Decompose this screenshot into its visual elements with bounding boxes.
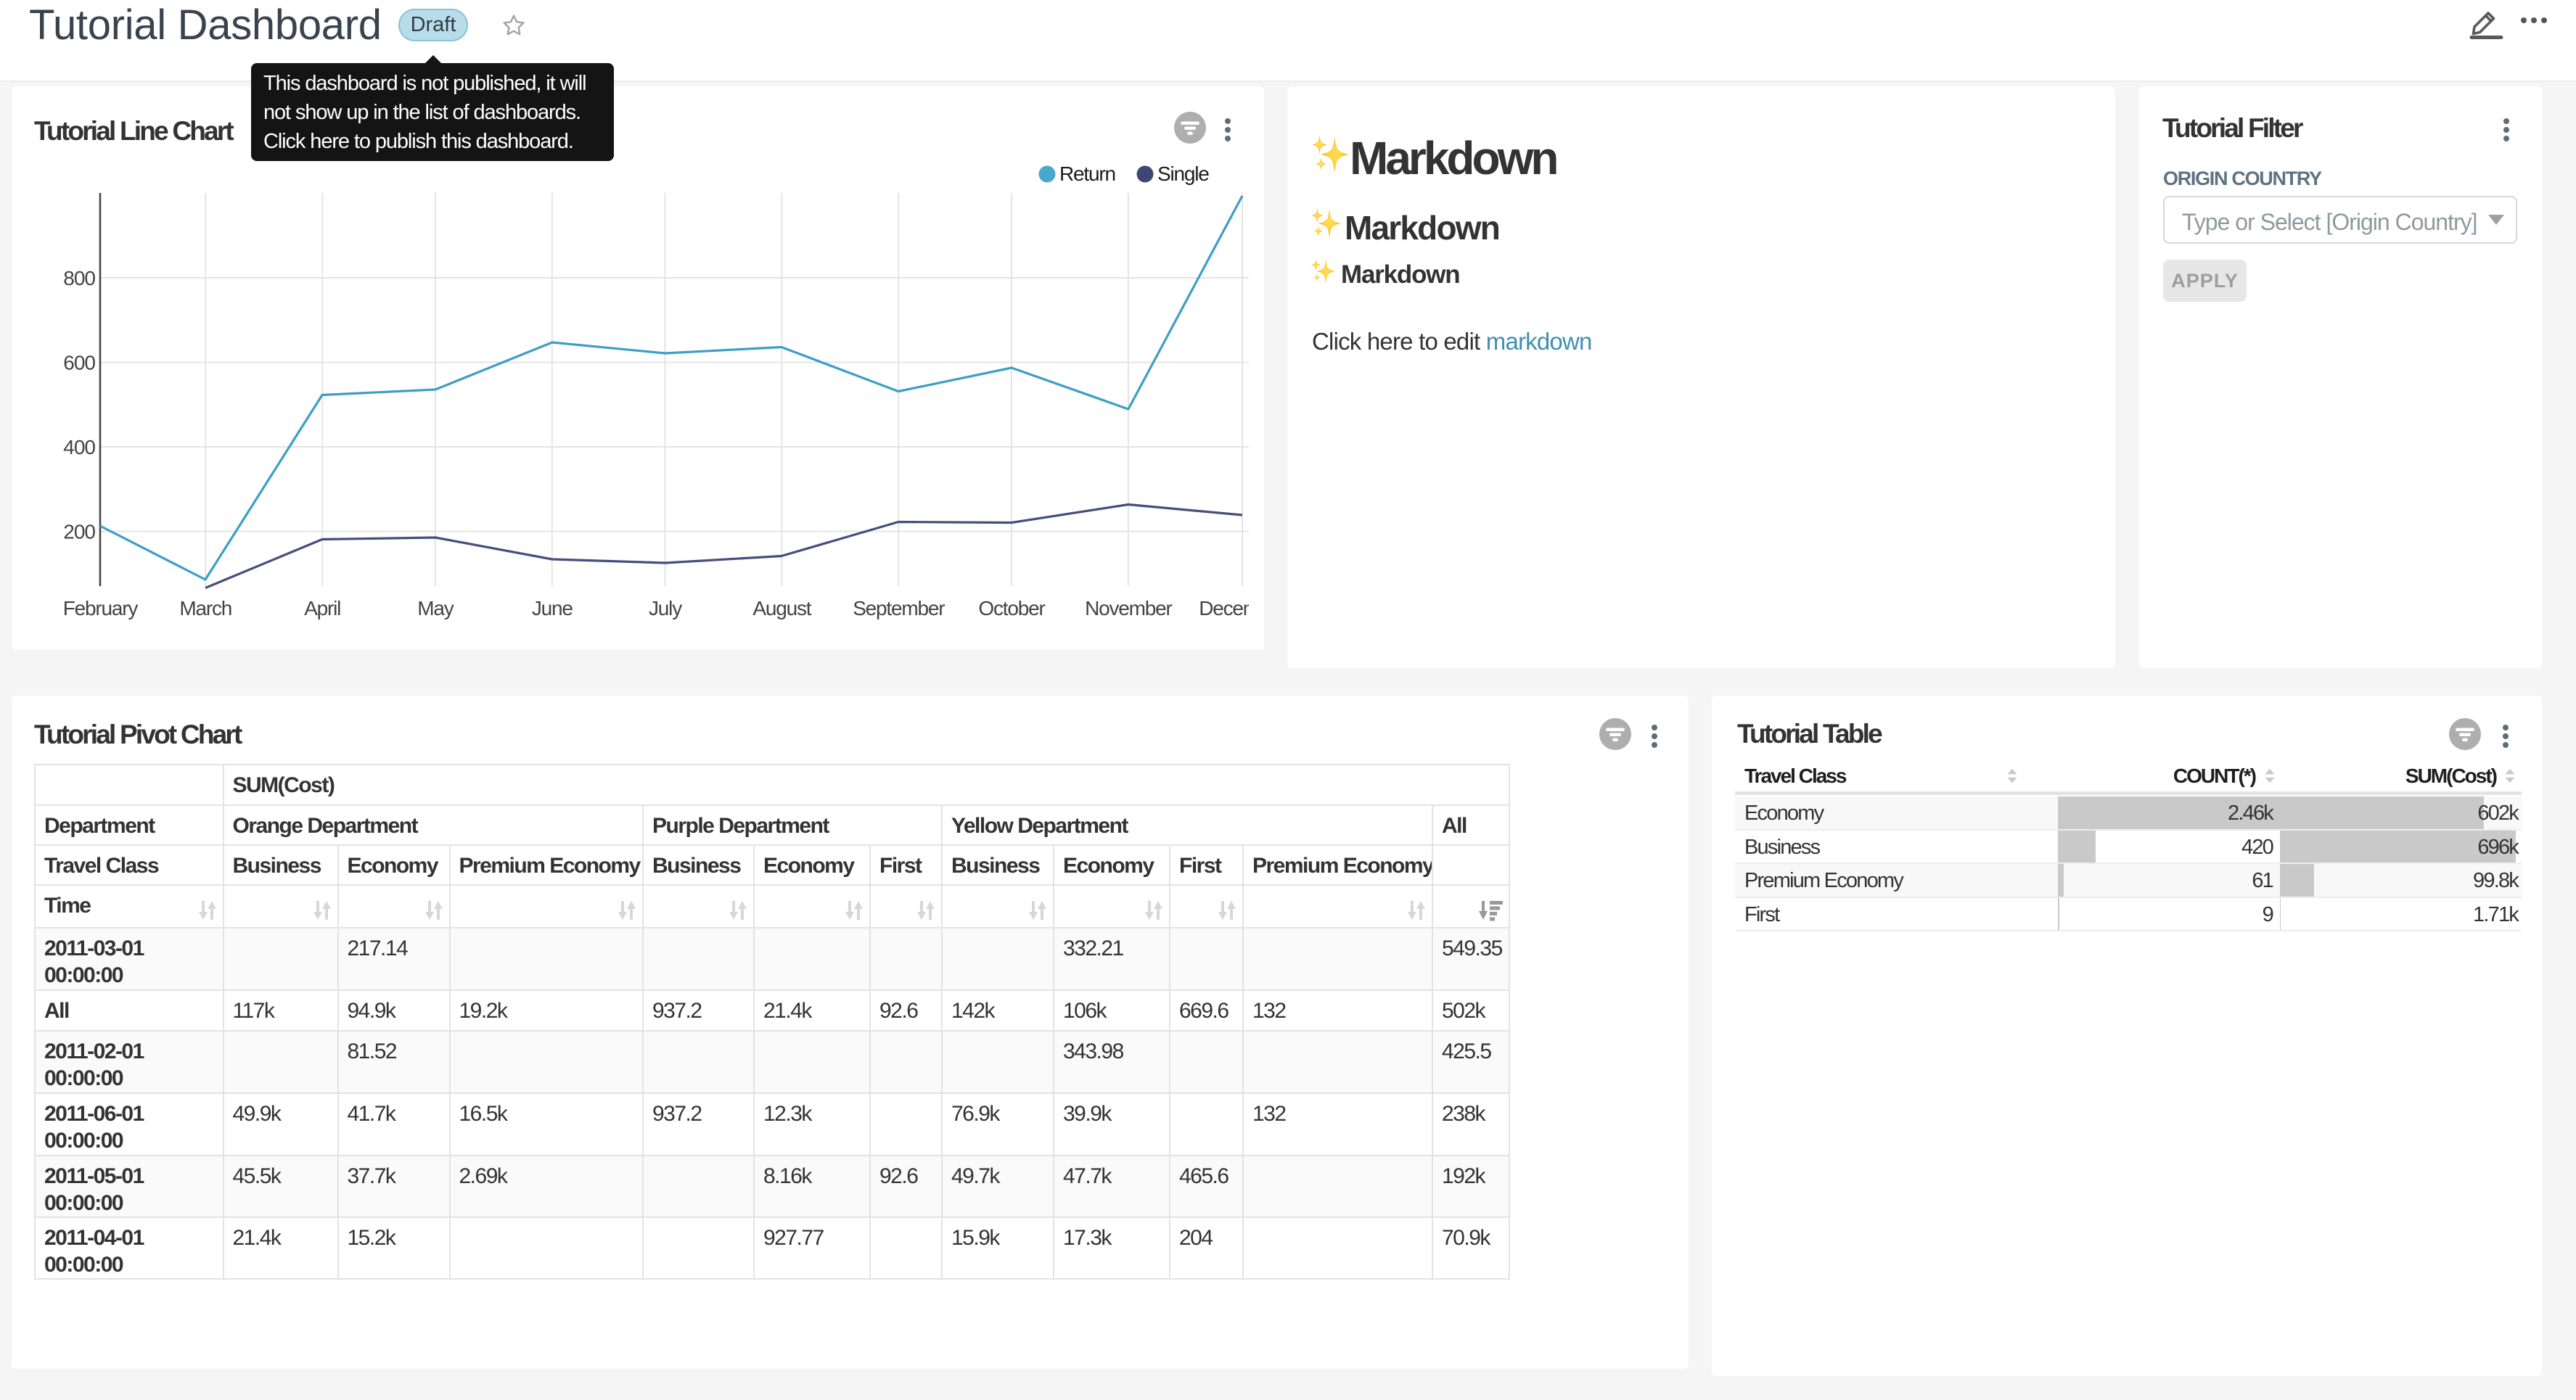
svg-text:October: October	[978, 597, 1045, 619]
svg-text:June: June	[532, 597, 573, 619]
svg-text:August: August	[752, 597, 811, 619]
svg-text:September: September	[853, 597, 945, 619]
svg-text:November: November	[1085, 597, 1172, 619]
svg-text:200: 200	[63, 521, 95, 543]
svg-text:July: July	[649, 597, 682, 619]
svg-text:600: 600	[63, 352, 95, 374]
svg-text:March: March	[179, 597, 231, 619]
svg-text:Return: Return	[1059, 162, 1115, 185]
svg-text:December: December	[1199, 597, 1249, 619]
svg-text:400: 400	[63, 436, 95, 458]
svg-text:800: 800	[63, 267, 95, 289]
svg-text:Single: Single	[1157, 162, 1209, 185]
svg-text:April: April	[304, 597, 340, 619]
svg-text:February: February	[63, 597, 139, 619]
svg-text:May: May	[417, 597, 454, 619]
